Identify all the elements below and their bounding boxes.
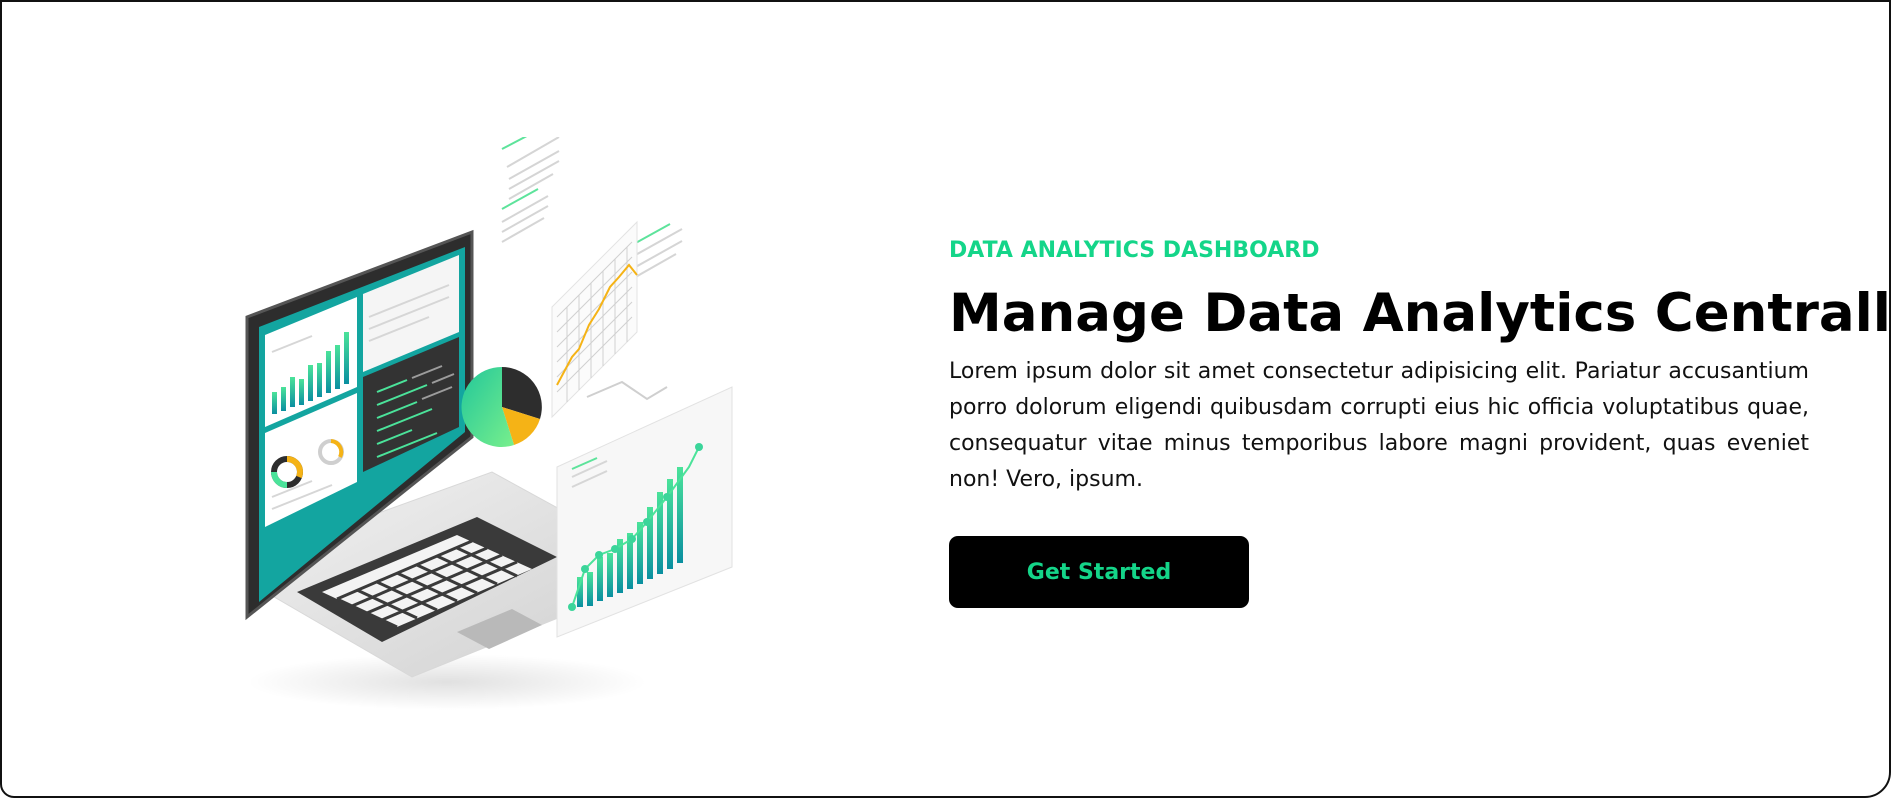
hero-headline: Manage Data Analytics Centrally bbox=[949, 283, 1891, 344]
hero-description: Lorem ipsum dolor sit amet consectetur a… bbox=[949, 359, 1809, 492]
get-started-button[interactable]: Get Started bbox=[949, 536, 1249, 608]
hero-eyebrow: DATA ANALYTICS DASHBOARD bbox=[949, 238, 1320, 263]
laptop-analytics-illustration bbox=[227, 126, 747, 727]
hero-content: DATA ANALYTICS DASHBOARD Manage Data Ana… bbox=[949, 234, 1891, 608]
page-frame: DATA ANALYTICS DASHBOARD Manage Data Ana… bbox=[0, 0, 1891, 798]
